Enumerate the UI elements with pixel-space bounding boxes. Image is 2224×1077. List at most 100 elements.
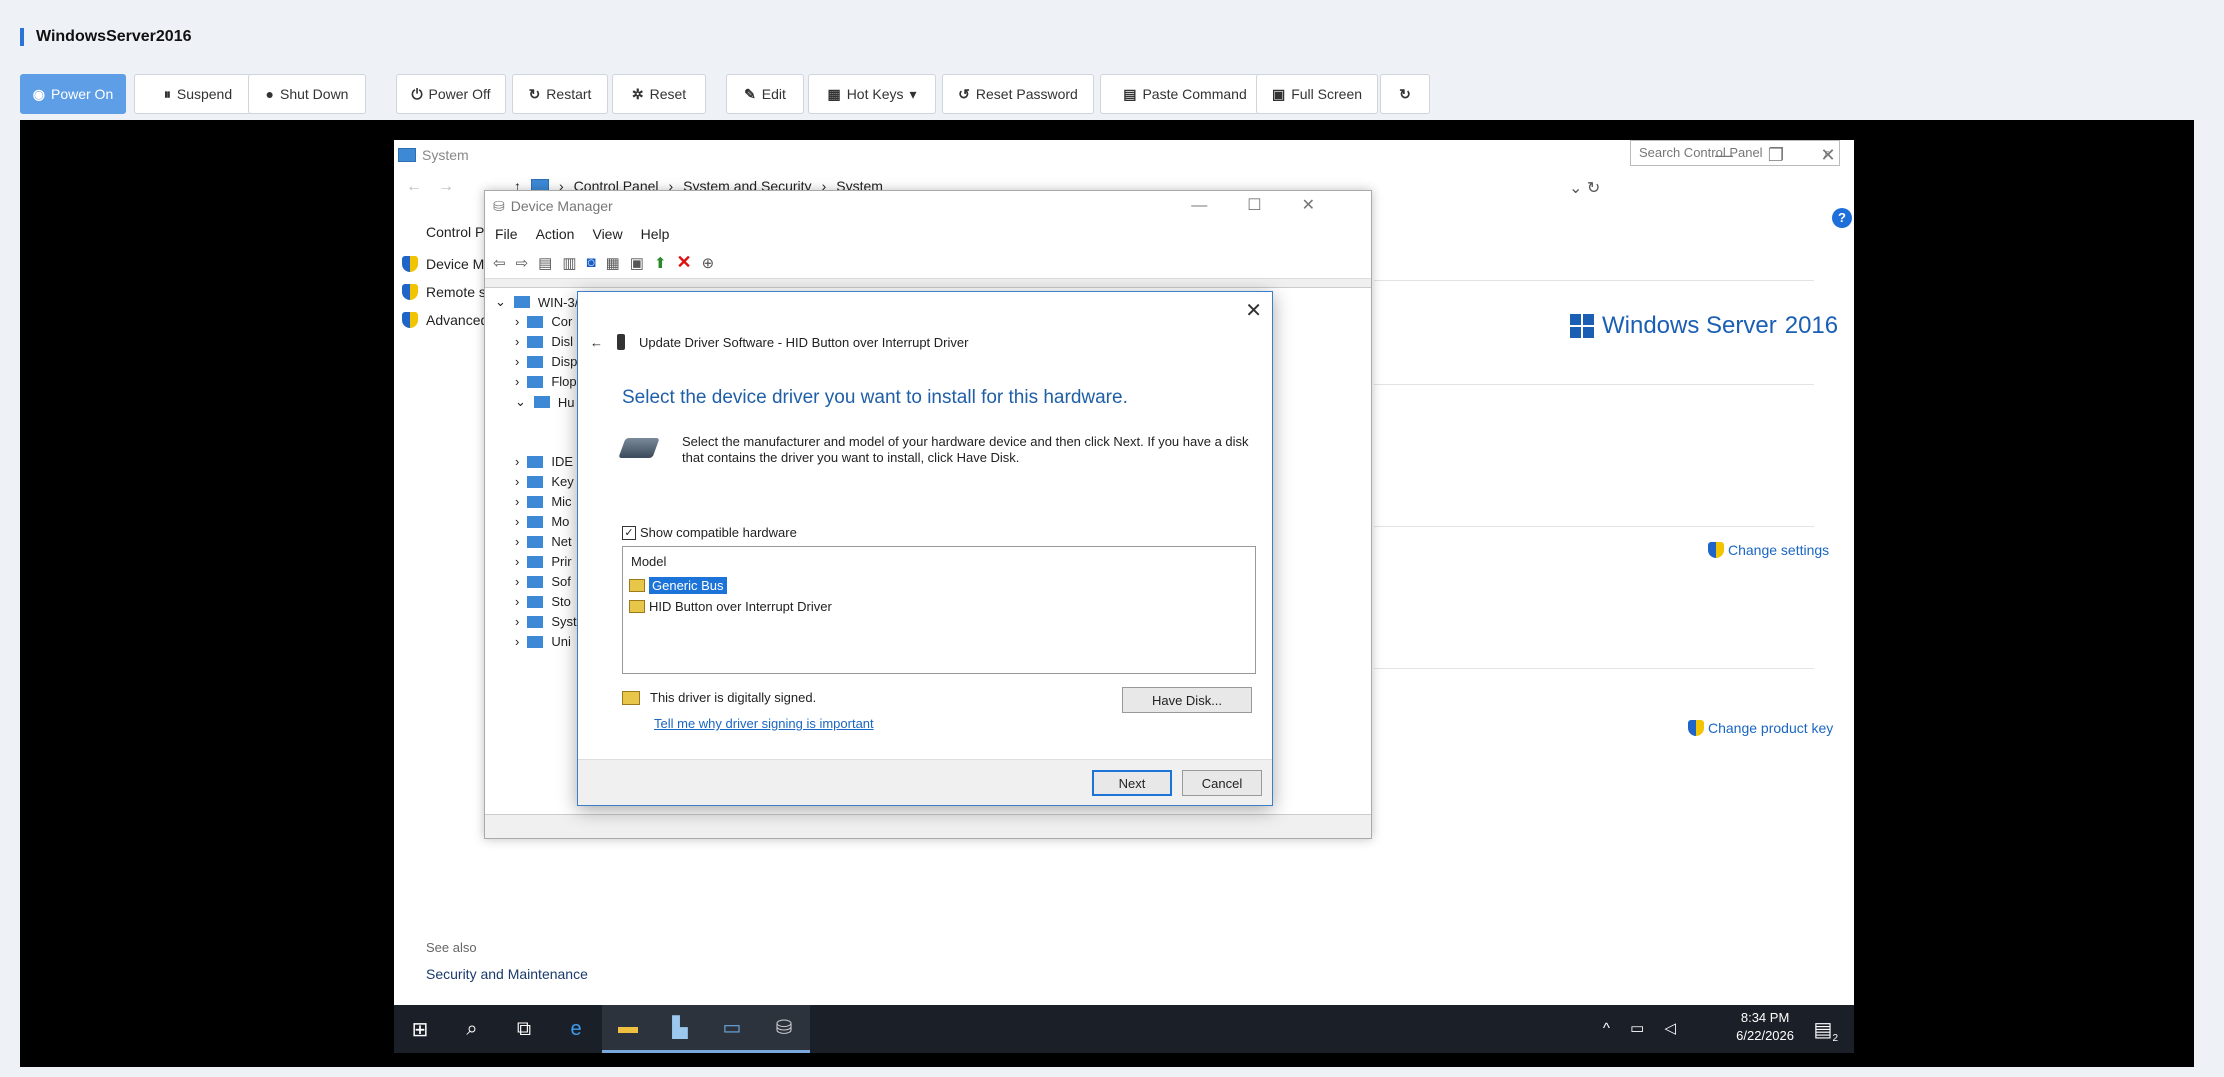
advanced-settings-link[interactable]: Advanced: [402, 312, 488, 328]
tree-item[interactable]: › Prir: [515, 554, 572, 569]
hardware-icon: [618, 438, 660, 458]
key-icon: ↺: [958, 85, 970, 102]
show-compatible-checkbox[interactable]: ✓ Show compatible hardware: [622, 525, 797, 540]
device-icon: [527, 495, 544, 508]
control-panel-home-link[interactable]: Control P: [426, 224, 484, 240]
computer-icon: [398, 148, 416, 162]
shut-down-button[interactable]: ● Shut Down: [248, 74, 366, 114]
refresh-button[interactable]: ↻: [1380, 74, 1430, 114]
server-manager-icon[interactable]: ▙: [654, 1005, 706, 1053]
tree-item[interactable]: › Syst: [515, 614, 577, 629]
system-icon[interactable]: ▭: [706, 1005, 758, 1053]
uninstall-icon[interactable]: ✕: [677, 252, 692, 273]
file-explorer-icon[interactable]: ▬: [602, 1005, 654, 1053]
help-icon[interactable]: ?: [1832, 208, 1852, 228]
restart-button[interactable]: ↻ Restart: [512, 74, 608, 114]
vm-console[interactable]: System — ❐ ✕ ←→ ↑ › Control Panel › Syst…: [20, 120, 2194, 1067]
tree-item[interactable]: › Mic: [515, 494, 572, 509]
close-icon[interactable]: ✕: [1245, 298, 1262, 323]
properties-icon[interactable]: ▤: [538, 254, 552, 272]
monitor-icon[interactable]: ▣: [630, 254, 644, 272]
device-manager-taskbar-icon[interactable]: ⛁: [758, 1005, 810, 1053]
device-icon: [527, 455, 544, 468]
windows-server-logo: Windows Server 2016: [1570, 312, 1838, 340]
tree-item[interactable]: › Sto: [515, 594, 571, 609]
device-icon: [527, 635, 544, 648]
dm-window-controls[interactable]: —☐✕: [1191, 195, 1355, 215]
hot-keys-button[interactable]: ▦ Hot Keys ▾: [808, 74, 936, 114]
refresh-icon[interactable]: ⌄ ↻: [1569, 178, 1600, 198]
back-arrow-icon[interactable]: ←: [590, 335, 603, 350]
menu-view[interactable]: View: [592, 226, 622, 242]
signed-status: This driver is digitally signed.: [622, 690, 816, 705]
tree-item[interactable]: › Disp: [515, 354, 577, 369]
have-disk-button[interactable]: Have Disk...: [1122, 687, 1252, 713]
help-icon[interactable]: ◙: [587, 254, 596, 271]
checkbox-checked-icon[interactable]: ✓: [622, 525, 636, 540]
view-icon[interactable]: ▦: [606, 254, 620, 272]
tree-item[interactable]: › Sof: [515, 574, 571, 589]
tree-item[interactable]: › Cor: [515, 314, 572, 329]
forward-icon[interactable]: ⇨: [516, 254, 529, 272]
tree-item[interactable]: ⌄ Hu: [515, 394, 575, 410]
clock[interactable]: 8:34 PM 6/22/2026: [1736, 1009, 1794, 1045]
driver-signing-link[interactable]: Tell me why driver signing is important: [654, 716, 874, 731]
paste-command-button[interactable]: ▤ Paste Command: [1100, 74, 1270, 114]
tree-item[interactable]: › Mo: [515, 514, 569, 529]
device-icon: [527, 475, 544, 488]
remote-desktop[interactable]: System — ❐ ✕ ←→ ↑ › Control Panel › Syst…: [394, 140, 1854, 1053]
list-item[interactable]: Generic Bus: [629, 577, 727, 594]
search-icon[interactable]: ⌕: [446, 1005, 498, 1053]
device-icon: [527, 575, 544, 588]
next-button[interactable]: Next: [1092, 770, 1172, 796]
tree-root[interactable]: ⌄ WIN-3/: [495, 294, 578, 310]
back-icon[interactable]: ⇦: [493, 254, 506, 272]
device-icon: [533, 396, 550, 408]
device-manager-window[interactable]: ⛁ Device Manager —☐✕ File Action View He…: [484, 190, 1372, 839]
update-driver-dialog[interactable]: ✕ ← Update Driver Software - HID Button …: [577, 291, 1273, 806]
power-off-button[interactable]: ⏻ Power Off: [396, 74, 506, 114]
edit-button[interactable]: ✎ Edit: [726, 74, 804, 114]
tree-item[interactable]: › Net: [515, 534, 572, 549]
page-title: WindowsServer2016: [20, 28, 191, 46]
tree-item[interactable]: › Key: [515, 474, 574, 489]
list-item[interactable]: HID Button over Interrupt Driver: [629, 599, 832, 614]
edge-browser-icon[interactable]: e: [550, 1005, 602, 1053]
menu-help[interactable]: Help: [641, 226, 670, 242]
power-icon: ⏻: [411, 85, 423, 102]
download-icon[interactable]: ⊕: [702, 254, 715, 272]
start-icon[interactable]: ⊞: [394, 1005, 446, 1053]
device-manager-icon: ⛁: [493, 197, 505, 214]
change-settings-link[interactable]: Change settings: [1708, 542, 1829, 558]
dialog-header: ← Update Driver Software - HID Button ov…: [590, 334, 969, 350]
menu-file[interactable]: File: [495, 226, 518, 242]
power-on-button[interactable]: ◉ Power On: [20, 74, 126, 114]
search-input[interactable]: Search Control Panel ⌕: [1630, 140, 1840, 166]
suspend-button[interactable]: ⏸ Suspend: [134, 74, 262, 114]
model-list[interactable]: Model Generic Bus HID Button over Interr…: [622, 546, 1256, 674]
back-forward-icon[interactable]: ←→: [406, 178, 470, 196]
change-product-key-link[interactable]: Change product key: [1688, 720, 1833, 736]
tree-item[interactable]: › Flop: [515, 374, 577, 389]
remote-settings-link[interactable]: Remote s: [402, 284, 486, 300]
tree-item[interactable]: › IDE: [515, 454, 573, 469]
device-icon: [527, 595, 544, 608]
task-view-icon[interactable]: ⧉: [498, 1005, 550, 1053]
list-icon[interactable]: ▥: [562, 254, 576, 272]
menu-action[interactable]: Action: [536, 226, 575, 242]
reset-button[interactable]: ✲ Reset: [612, 74, 706, 114]
notifications-icon[interactable]: ▤2: [1814, 1017, 1838, 1044]
tray-icons[interactable]: ^ ▭ ◁: [1603, 1019, 1684, 1037]
see-also-label: See also: [426, 940, 477, 955]
security-maintenance-link[interactable]: Security and Maintenance: [426, 966, 588, 982]
full-screen-button[interactable]: ▣ Full Screen: [1256, 74, 1378, 114]
device-icon: [617, 334, 625, 350]
device-manager-link[interactable]: Device M: [402, 256, 484, 272]
cancel-button[interactable]: Cancel: [1182, 770, 1262, 796]
reset-password-button[interactable]: ↺ Reset Password: [942, 74, 1094, 114]
certificate-icon: [622, 690, 640, 705]
tree-item[interactable]: › Uni: [515, 634, 571, 649]
keyboard-icon: ▦: [827, 85, 841, 102]
tree-item[interactable]: › Disl: [515, 334, 573, 349]
add-driver-icon[interactable]: ⬆: [654, 254, 667, 272]
